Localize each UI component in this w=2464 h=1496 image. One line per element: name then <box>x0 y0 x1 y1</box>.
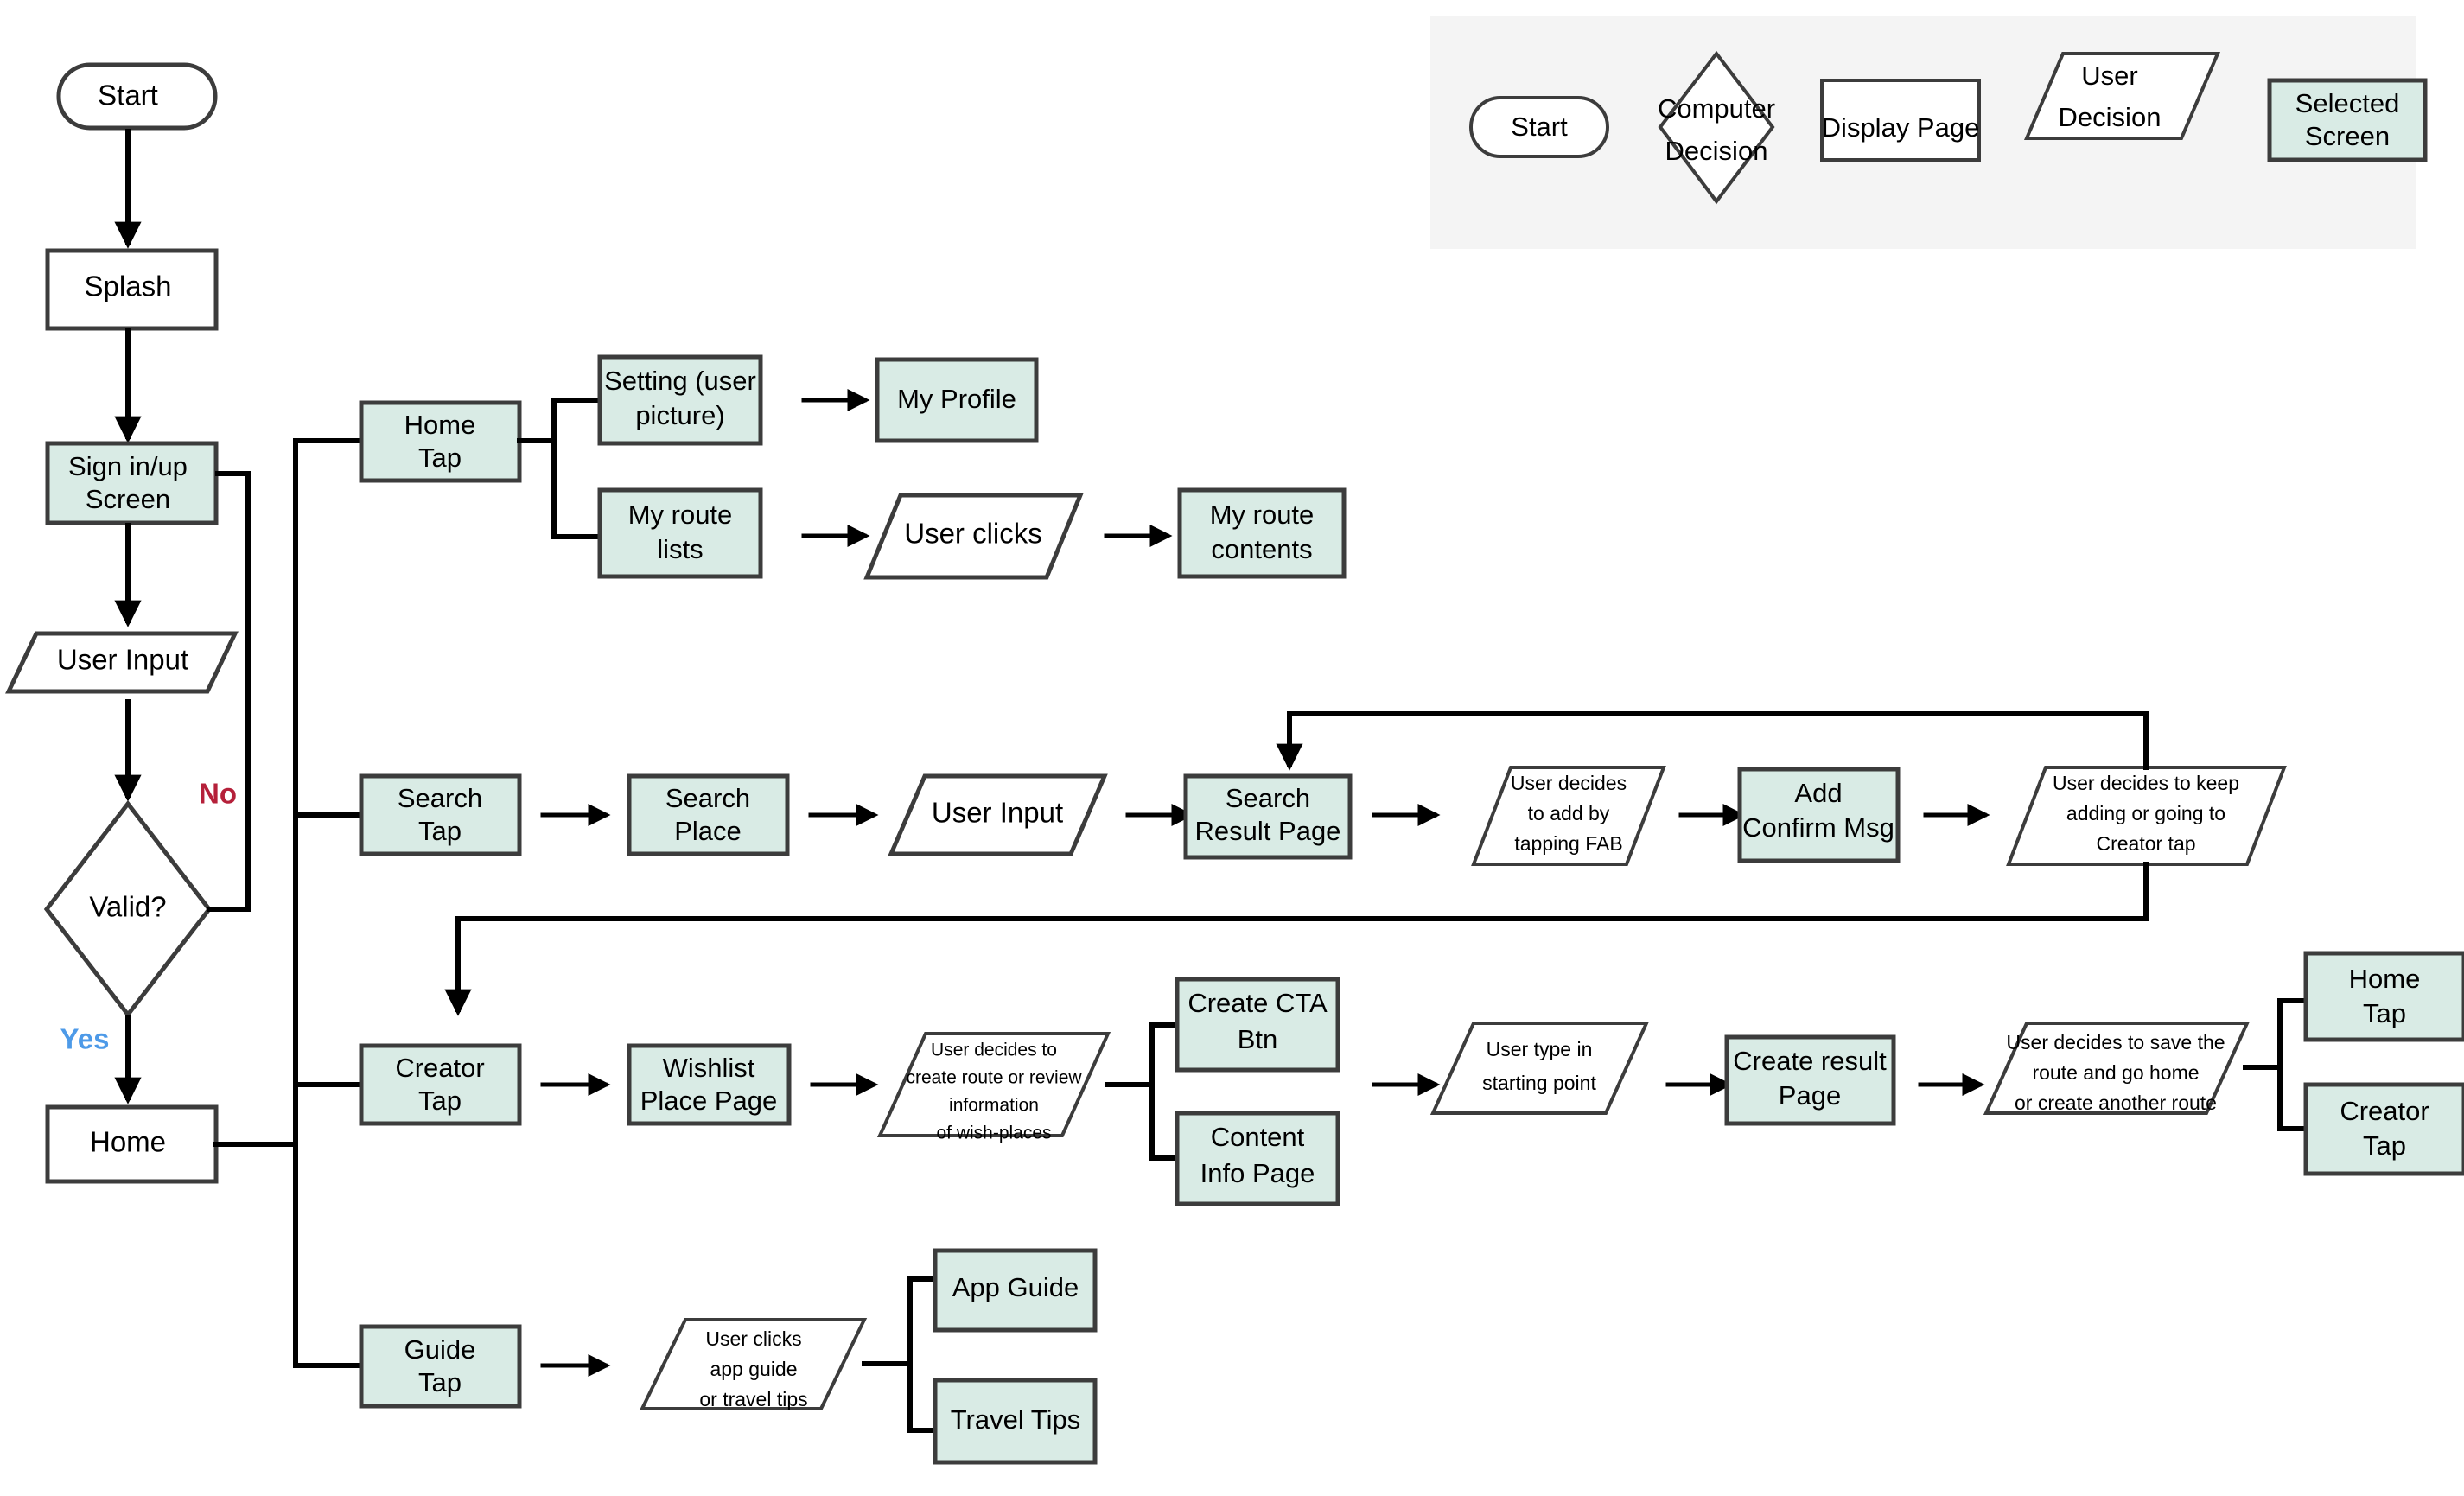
node-label-user-clicks-route: User clicks <box>904 518 1042 550</box>
node-label-routecontents-1: My route <box>1210 500 1315 530</box>
node-label-search-place-1: Search <box>665 783 750 813</box>
node-label-signin-2: Screen <box>86 484 170 514</box>
node-label-decidekeep-1: User decides to keep <box>2053 772 2239 794</box>
node-label-wishlist-2: Place Page <box>640 1085 778 1116</box>
node-label-userclicksguide-2: app guide <box>710 1358 797 1380</box>
node-label-user-input-login: User Input <box>57 644 188 676</box>
node-label-start: Start <box>98 80 158 111</box>
node-label-guide-tap-2: Tap <box>418 1367 462 1397</box>
node-label-setting-2: picture) <box>635 400 724 430</box>
node-label-decidecreate-4: of wish-places <box>936 1124 1051 1143</box>
legend-label-computer-decision-1: Computer <box>1658 93 1775 124</box>
legend-label-selected-screen-1: Selected <box>2295 88 2400 118</box>
node-label-search-tap-2: Tap <box>418 816 462 846</box>
edge-label-no: No <box>199 778 237 810</box>
node-label-search-place-2: Place <box>674 816 742 846</box>
node-label-decidesave-1: User decides to save the <box>2006 1031 2225 1054</box>
node-label-decidesave-2: route and go home <box>2032 1061 2199 1084</box>
node-label-createcta-1: Create CTA <box>1187 988 1328 1018</box>
node-label-contentinfo-2: Info Page <box>1200 1158 1315 1188</box>
node-label-createcta-2: Btn <box>1238 1024 1278 1054</box>
node-label-creator-tap-2: Tap <box>418 1085 462 1116</box>
node-label-userclicksguide-3: or travel tips <box>699 1388 807 1410</box>
node-label-createresult-1: Create result <box>1733 1046 1887 1076</box>
node-label-decidekeep-2: adding or going to <box>2066 802 2225 824</box>
node-label-travel-tips: Travel Tips <box>951 1404 1080 1435</box>
node-label-hometap-end-1: Home <box>2349 964 2421 994</box>
node-label-home-tap-1: Home <box>404 410 476 440</box>
node-label-hometap-end-2: Tap <box>2363 998 2406 1028</box>
node-label-decidesave-3: or create another route <box>2015 1092 2217 1114</box>
node-label-addconfirm-1: Add <box>1794 778 1842 808</box>
node-label-creatortap-end-1: Creator <box>2340 1096 2429 1126</box>
node-label-typestart-2: starting point <box>1482 1072 1596 1094</box>
node-label-setting-1: Setting (user <box>604 366 756 396</box>
node-label-decidecreate-3: information <box>949 1096 1039 1116</box>
node-label-decideadd-3: tapping FAB <box>1514 832 1622 855</box>
node-label-search-tap-1: Search <box>398 783 482 813</box>
node-label-search-result-1: Search <box>1226 783 1310 813</box>
node-label-contentinfo-1: Content <box>1211 1122 1305 1152</box>
edge-decidekeep-back-to-searchresult <box>1276 711 2149 771</box>
node-label-decidekeep-3: Creator tap <box>2096 832 2195 855</box>
node-label-home: Home <box>90 1126 166 1158</box>
legend-label-user-decision-1: User <box>2081 60 2137 91</box>
legend-label-computer-decision-2: Decision <box>1665 136 1768 166</box>
legend-label-selected-screen-2: Screen <box>2305 121 2390 151</box>
flowchart-canvas: Start Computer Decision Display Page Use… <box>0 0 2464 1496</box>
node-label-routelists-1: My route <box>628 500 733 530</box>
node-label-routecontents-2: contents <box>1211 534 1312 564</box>
node-label-createresult-2: Page <box>1779 1080 1841 1111</box>
node-label-creatortap-end-2: Tap <box>2363 1130 2406 1161</box>
legend-label-display-page: Display Page <box>1822 112 1980 143</box>
node-label-decideadd-2: to add by <box>1528 802 1610 824</box>
node-label-home-tap-2: Tap <box>418 442 462 473</box>
edge-label-yes: Yes <box>60 1023 110 1055</box>
node-label-search-result-2: Result Page <box>1195 816 1341 846</box>
node-label-app-guide: App Guide <box>952 1272 1079 1302</box>
node-label-decidecreate-1: User decides to <box>931 1041 1057 1060</box>
edge-valid-no-to-signin <box>207 471 251 912</box>
node-type-starting-point[interactable] <box>1429 1022 1650 1115</box>
node-label-creator-tap-1: Creator <box>395 1053 484 1083</box>
node-label-my-profile: My Profile <box>897 384 1016 414</box>
node-label-typestart-1: User type in <box>1487 1038 1593 1060</box>
node-label-splash: Splash <box>85 271 172 302</box>
node-label-user-input-search: User Input <box>932 797 1063 829</box>
flowchart-svg: Start Computer Decision Display Page Use… <box>5 16 2464 1465</box>
node-label-signin-1: Sign in/up <box>68 451 188 481</box>
node-label-valid: Valid? <box>89 891 166 923</box>
node-label-routelists-2: lists <box>657 534 703 564</box>
node-label-decidecreate-2: create route or review <box>906 1068 1082 1088</box>
legend-label-start: Start <box>1511 111 1568 142</box>
node-label-addconfirm-2: Confirm Msg <box>1742 812 1894 843</box>
node-label-wishlist-1: Wishlist <box>663 1053 755 1083</box>
node-label-guide-tap-1: Guide <box>404 1334 476 1365</box>
node-label-userclicksguide-1: User clicks <box>705 1327 801 1350</box>
node-label-decideadd-1: User decides <box>1511 772 1627 794</box>
legend-label-user-decision-2: Decision <box>2059 102 2162 132</box>
